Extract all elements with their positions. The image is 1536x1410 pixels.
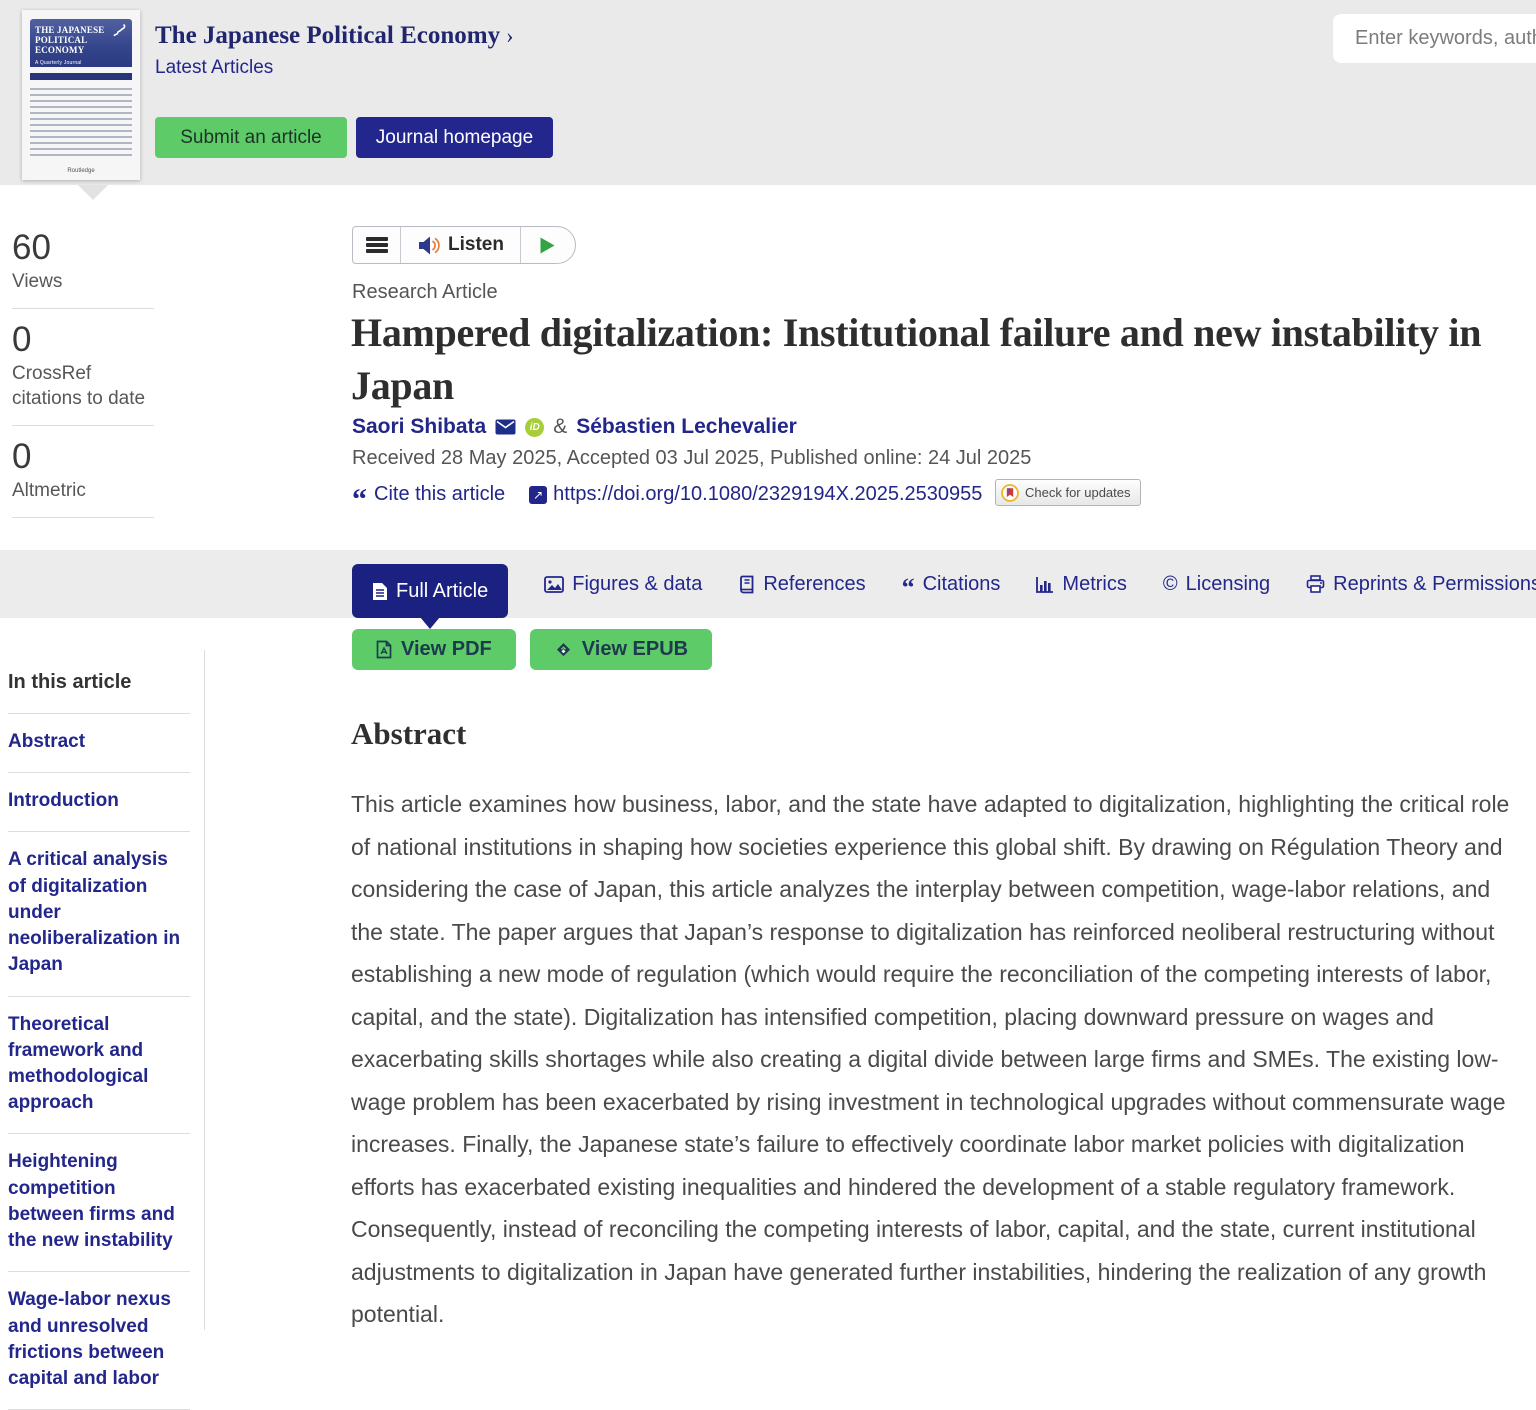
metric-crossref-label: CrossRef citations to date bbox=[12, 360, 154, 425]
author-link-saori-shibata[interactable]: Saori Shibata bbox=[352, 415, 486, 439]
metric-crossref-value: 0 bbox=[12, 320, 154, 360]
epub-icon bbox=[554, 640, 573, 659]
tab-label: References bbox=[763, 573, 865, 596]
sidebar-item-introduction[interactable]: Introduction bbox=[8, 773, 190, 832]
tab-full-article[interactable]: Full Article bbox=[352, 564, 508, 618]
view-epub-label: View EPUB bbox=[582, 638, 688, 661]
printer-icon bbox=[1306, 575, 1325, 593]
listen-widget: Listen bbox=[352, 226, 576, 264]
journal-cover-strip bbox=[30, 73, 132, 80]
figures-icon bbox=[544, 576, 564, 593]
tab-label: Licensing bbox=[1186, 573, 1271, 596]
metric-crossref: 0 CrossRef citations to date bbox=[12, 320, 154, 426]
journal-cover-subtitle: A Quarterly Journal bbox=[35, 58, 127, 68]
metric-altmetric-value: 0 bbox=[12, 437, 154, 477]
author-link-sebastien-lechevalier[interactable]: Sébastien Lechevalier bbox=[576, 415, 797, 439]
tab-licensing[interactable]: © Licensing bbox=[1163, 550, 1270, 618]
view-epub-button[interactable]: View EPUB bbox=[530, 629, 712, 670]
tab-figures-data[interactable]: Figures & data bbox=[544, 550, 702, 618]
tab-label: Figures & data bbox=[572, 573, 702, 596]
check-for-updates-badge[interactable]: Check for updates bbox=[995, 479, 1141, 506]
bar-chart-icon bbox=[1036, 576, 1054, 593]
journal-cover-publisher: Routledge bbox=[30, 168, 132, 174]
author-separator: & bbox=[553, 415, 567, 439]
article-metrics-panel: 60 Views 0 CrossRef citations to date 0 … bbox=[12, 228, 154, 529]
article-title: Hampered digitalization: Institutional f… bbox=[351, 306, 1529, 412]
metric-altmetric: 0 Altmetric bbox=[12, 437, 154, 518]
view-pdf-button[interactable]: View PDF bbox=[352, 629, 516, 670]
journal-cover-banner: THE JAPANESE POLITICAL ECONOMY A Quarter… bbox=[30, 19, 132, 67]
journal-cover-title: THE JAPANESE POLITICAL ECONOMY bbox=[35, 25, 105, 55]
listen-label: Listen bbox=[448, 234, 504, 256]
journal-header: THE JAPANESE POLITICAL ECONOMY A Quarter… bbox=[0, 0, 1536, 185]
journal-cover-thumbnail[interactable]: THE JAPANESE POLITICAL ECONOMY A Quarter… bbox=[22, 10, 140, 180]
check-updates-label: Check for updates bbox=[1025, 485, 1131, 500]
tab-label: Citations bbox=[923, 573, 1001, 596]
journal-homepage-button[interactable]: Journal homepage bbox=[356, 117, 553, 158]
tab-reprints-permissions[interactable]: Reprints & Permissions bbox=[1306, 550, 1536, 618]
document-icon bbox=[372, 582, 388, 601]
author-list: Saori Shibata iD & Sébastien Lechevalier bbox=[352, 415, 797, 439]
tab-label: Reprints & Permissions bbox=[1333, 573, 1536, 596]
metric-altmetric-label: Altmetric bbox=[12, 477, 154, 518]
book-icon bbox=[738, 575, 755, 594]
sidebar-item-heightening-competition[interactable]: Heightening competition between firms an… bbox=[8, 1134, 190, 1272]
abstract-heading: Abstract bbox=[351, 716, 466, 752]
cite-label: Cite this article bbox=[374, 483, 505, 506]
tab-label: Metrics bbox=[1062, 573, 1126, 596]
doi-text: https://doi.org/10.1080/2329194X.2025.25… bbox=[553, 483, 982, 506]
external-link-icon: ↗ bbox=[529, 486, 547, 504]
download-actions: View PDF View EPUB bbox=[352, 629, 712, 670]
submit-article-button[interactable]: Submit an article bbox=[155, 117, 347, 158]
view-pdf-label: View PDF bbox=[401, 638, 492, 661]
tab-citations[interactable]: “ Citations bbox=[902, 550, 1001, 618]
hamburger-icon bbox=[366, 237, 388, 253]
abstract-text: This article examines how business, labo… bbox=[351, 783, 1525, 1336]
journal-title-link[interactable]: The Japanese Political Economy› bbox=[155, 22, 513, 50]
doi-link[interactable]: ↗ https://doi.org/10.1080/2329194X.2025.… bbox=[529, 483, 982, 506]
listen-play-button[interactable] bbox=[521, 227, 575, 263]
pdf-file-icon bbox=[376, 640, 392, 659]
quote-icon: “ bbox=[352, 491, 367, 509]
quote-icon: “ bbox=[902, 583, 915, 593]
crossmark-icon bbox=[1001, 484, 1019, 502]
sidebar-item-abstract[interactable]: Abstract bbox=[8, 714, 190, 773]
cite-this-article-link[interactable]: “ Cite this article bbox=[352, 483, 505, 506]
japan-map-icon bbox=[112, 24, 128, 40]
copyright-icon: © bbox=[1163, 574, 1178, 594]
metric-views: 60 Views bbox=[12, 228, 154, 309]
orcid-icon[interactable]: iD bbox=[525, 418, 544, 437]
tab-metrics[interactable]: Metrics bbox=[1036, 550, 1126, 618]
sidebar-item-theoretical-framework[interactable]: Theoretical framework and methodological… bbox=[8, 997, 190, 1135]
journal-cover-toc-lines bbox=[30, 88, 132, 160]
sidebar-item-critical-analysis[interactable]: A critical analysis of digitalization un… bbox=[8, 832, 190, 996]
speaker-icon bbox=[417, 235, 441, 256]
article-type-label: Research Article bbox=[352, 281, 498, 304]
tab-references[interactable]: References bbox=[738, 550, 865, 618]
chevron-right-icon: › bbox=[506, 23, 513, 48]
metric-views-label: Views bbox=[12, 268, 154, 309]
listen-button[interactable]: Listen bbox=[401, 227, 521, 263]
play-icon bbox=[539, 236, 556, 255]
listen-menu-button[interactable] bbox=[353, 227, 401, 263]
cover-pointer-arrow bbox=[78, 185, 108, 200]
search-input[interactable] bbox=[1333, 14, 1536, 63]
sidebar-title: In this article bbox=[8, 650, 190, 714]
email-icon[interactable] bbox=[495, 419, 516, 435]
journal-title-text: The Japanese Political Economy bbox=[155, 22, 500, 49]
latest-articles-link[interactable]: Latest Articles bbox=[155, 57, 273, 79]
sidebar-item-wage-labor-nexus[interactable]: Wage-labor nexus and unresolved friction… bbox=[8, 1272, 190, 1410]
article-tab-strip: Full Article Figures & data References “… bbox=[0, 550, 1536, 618]
tab-label: Full Article bbox=[396, 580, 488, 603]
in-this-article-sidebar: In this article Abstract Introduction A … bbox=[0, 650, 205, 1330]
cite-row: “ Cite this article ↗ https://doi.org/10… bbox=[352, 483, 982, 506]
article-dates: Received 28 May 2025, Accepted 03 Jul 20… bbox=[352, 447, 1031, 470]
metric-views-value: 60 bbox=[12, 228, 154, 268]
